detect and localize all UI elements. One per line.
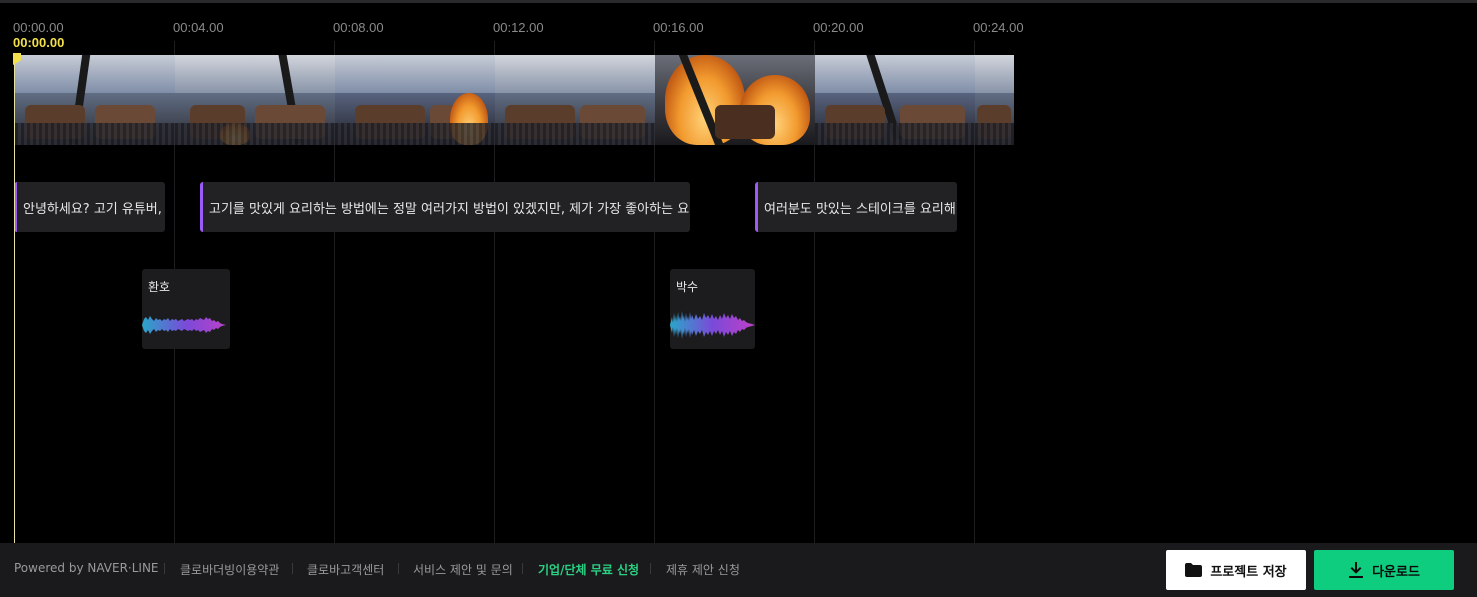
powered-by-link[interactable]: Powered by NAVER·LINE xyxy=(14,561,159,575)
enterprise-free-apply-link[interactable]: 기업/단체 무료 신청 xyxy=(538,561,639,578)
customer-center-link[interactable]: 클로바고객센터 xyxy=(307,561,384,578)
ruler-label: 00:20.00 xyxy=(813,20,864,35)
video-thumbnail xyxy=(335,55,495,145)
footer-divider xyxy=(292,563,293,574)
caption-clip[interactable]: 여러분도 맛있는 스테이크를 요리해 보 xyxy=(755,182,957,232)
video-thumbnail xyxy=(815,55,975,145)
waveform-icon xyxy=(670,311,755,339)
ruler-label: 00:24.00 xyxy=(973,20,1024,35)
sound-effect-label: 환호 xyxy=(148,280,171,294)
playhead-time: 00:00.00 xyxy=(13,35,65,50)
ruler-label: 00:08.00 xyxy=(333,20,384,35)
download-button[interactable]: 다운로드 xyxy=(1314,550,1454,590)
video-thumbnail xyxy=(655,55,815,145)
caption-text: 고기를 맛있게 요리하는 방법에는 정말 여러가지 방법이 있겠지만, 제가 가… xyxy=(209,202,690,217)
service-inquiry-link[interactable]: 서비스 제안 및 문의 xyxy=(413,561,513,578)
video-thumbnail xyxy=(495,55,655,145)
footer: Powered by NAVER·LINE 클로바더빙이용약관 클로바고객센터 … xyxy=(0,543,1477,597)
caption-clip[interactable]: 고기를 맛있게 요리하는 방법에는 정말 여러가지 방법이 있겠지만, 제가 가… xyxy=(200,182,690,232)
ruler-label: 00:00.00 xyxy=(13,20,64,35)
caption-text: 안녕하세요? 고기 유튜버, 고 xyxy=(23,202,165,217)
ruler-label: 00:12.00 xyxy=(493,20,544,35)
sound-effect-clip[interactable]: 박수 xyxy=(670,269,755,349)
save-project-button[interactable]: 프로젝트 저장 xyxy=(1166,550,1306,590)
footer-divider xyxy=(164,563,165,574)
video-track[interactable] xyxy=(15,55,1014,145)
sound-effect-label: 박수 xyxy=(676,280,699,294)
caption-text: 여러분도 맛있는 스테이크를 요리해 보 xyxy=(764,202,957,217)
video-thumbnail xyxy=(975,55,1014,145)
partnership-link[interactable]: 제휴 제안 신청 xyxy=(666,561,740,578)
ruler-label: 00:16.00 xyxy=(653,20,704,35)
footer-divider xyxy=(522,563,523,574)
footer-divider xyxy=(650,563,651,574)
download-icon xyxy=(1349,562,1364,578)
download-label: 다운로드 xyxy=(1372,564,1420,580)
playhead-line xyxy=(14,55,15,543)
timeline-editor[interactable]: 00:00.00 00:04.00 00:08.00 00:12.00 00:1… xyxy=(0,3,1477,543)
video-thumbnail xyxy=(15,55,175,145)
folder-icon xyxy=(1185,563,1203,577)
video-thumbnail xyxy=(175,55,335,145)
sound-effect-clip[interactable]: 환호 xyxy=(142,269,230,349)
caption-clip[interactable]: 안녕하세요? 고기 유튜버, 고 xyxy=(14,182,165,232)
save-project-label: 프로젝트 저장 xyxy=(1210,564,1287,580)
footer-divider xyxy=(398,563,399,574)
ruler-label: 00:04.00 xyxy=(173,20,224,35)
terms-link[interactable]: 클로바더빙이용약관 xyxy=(180,561,279,578)
waveform-icon xyxy=(142,316,230,334)
